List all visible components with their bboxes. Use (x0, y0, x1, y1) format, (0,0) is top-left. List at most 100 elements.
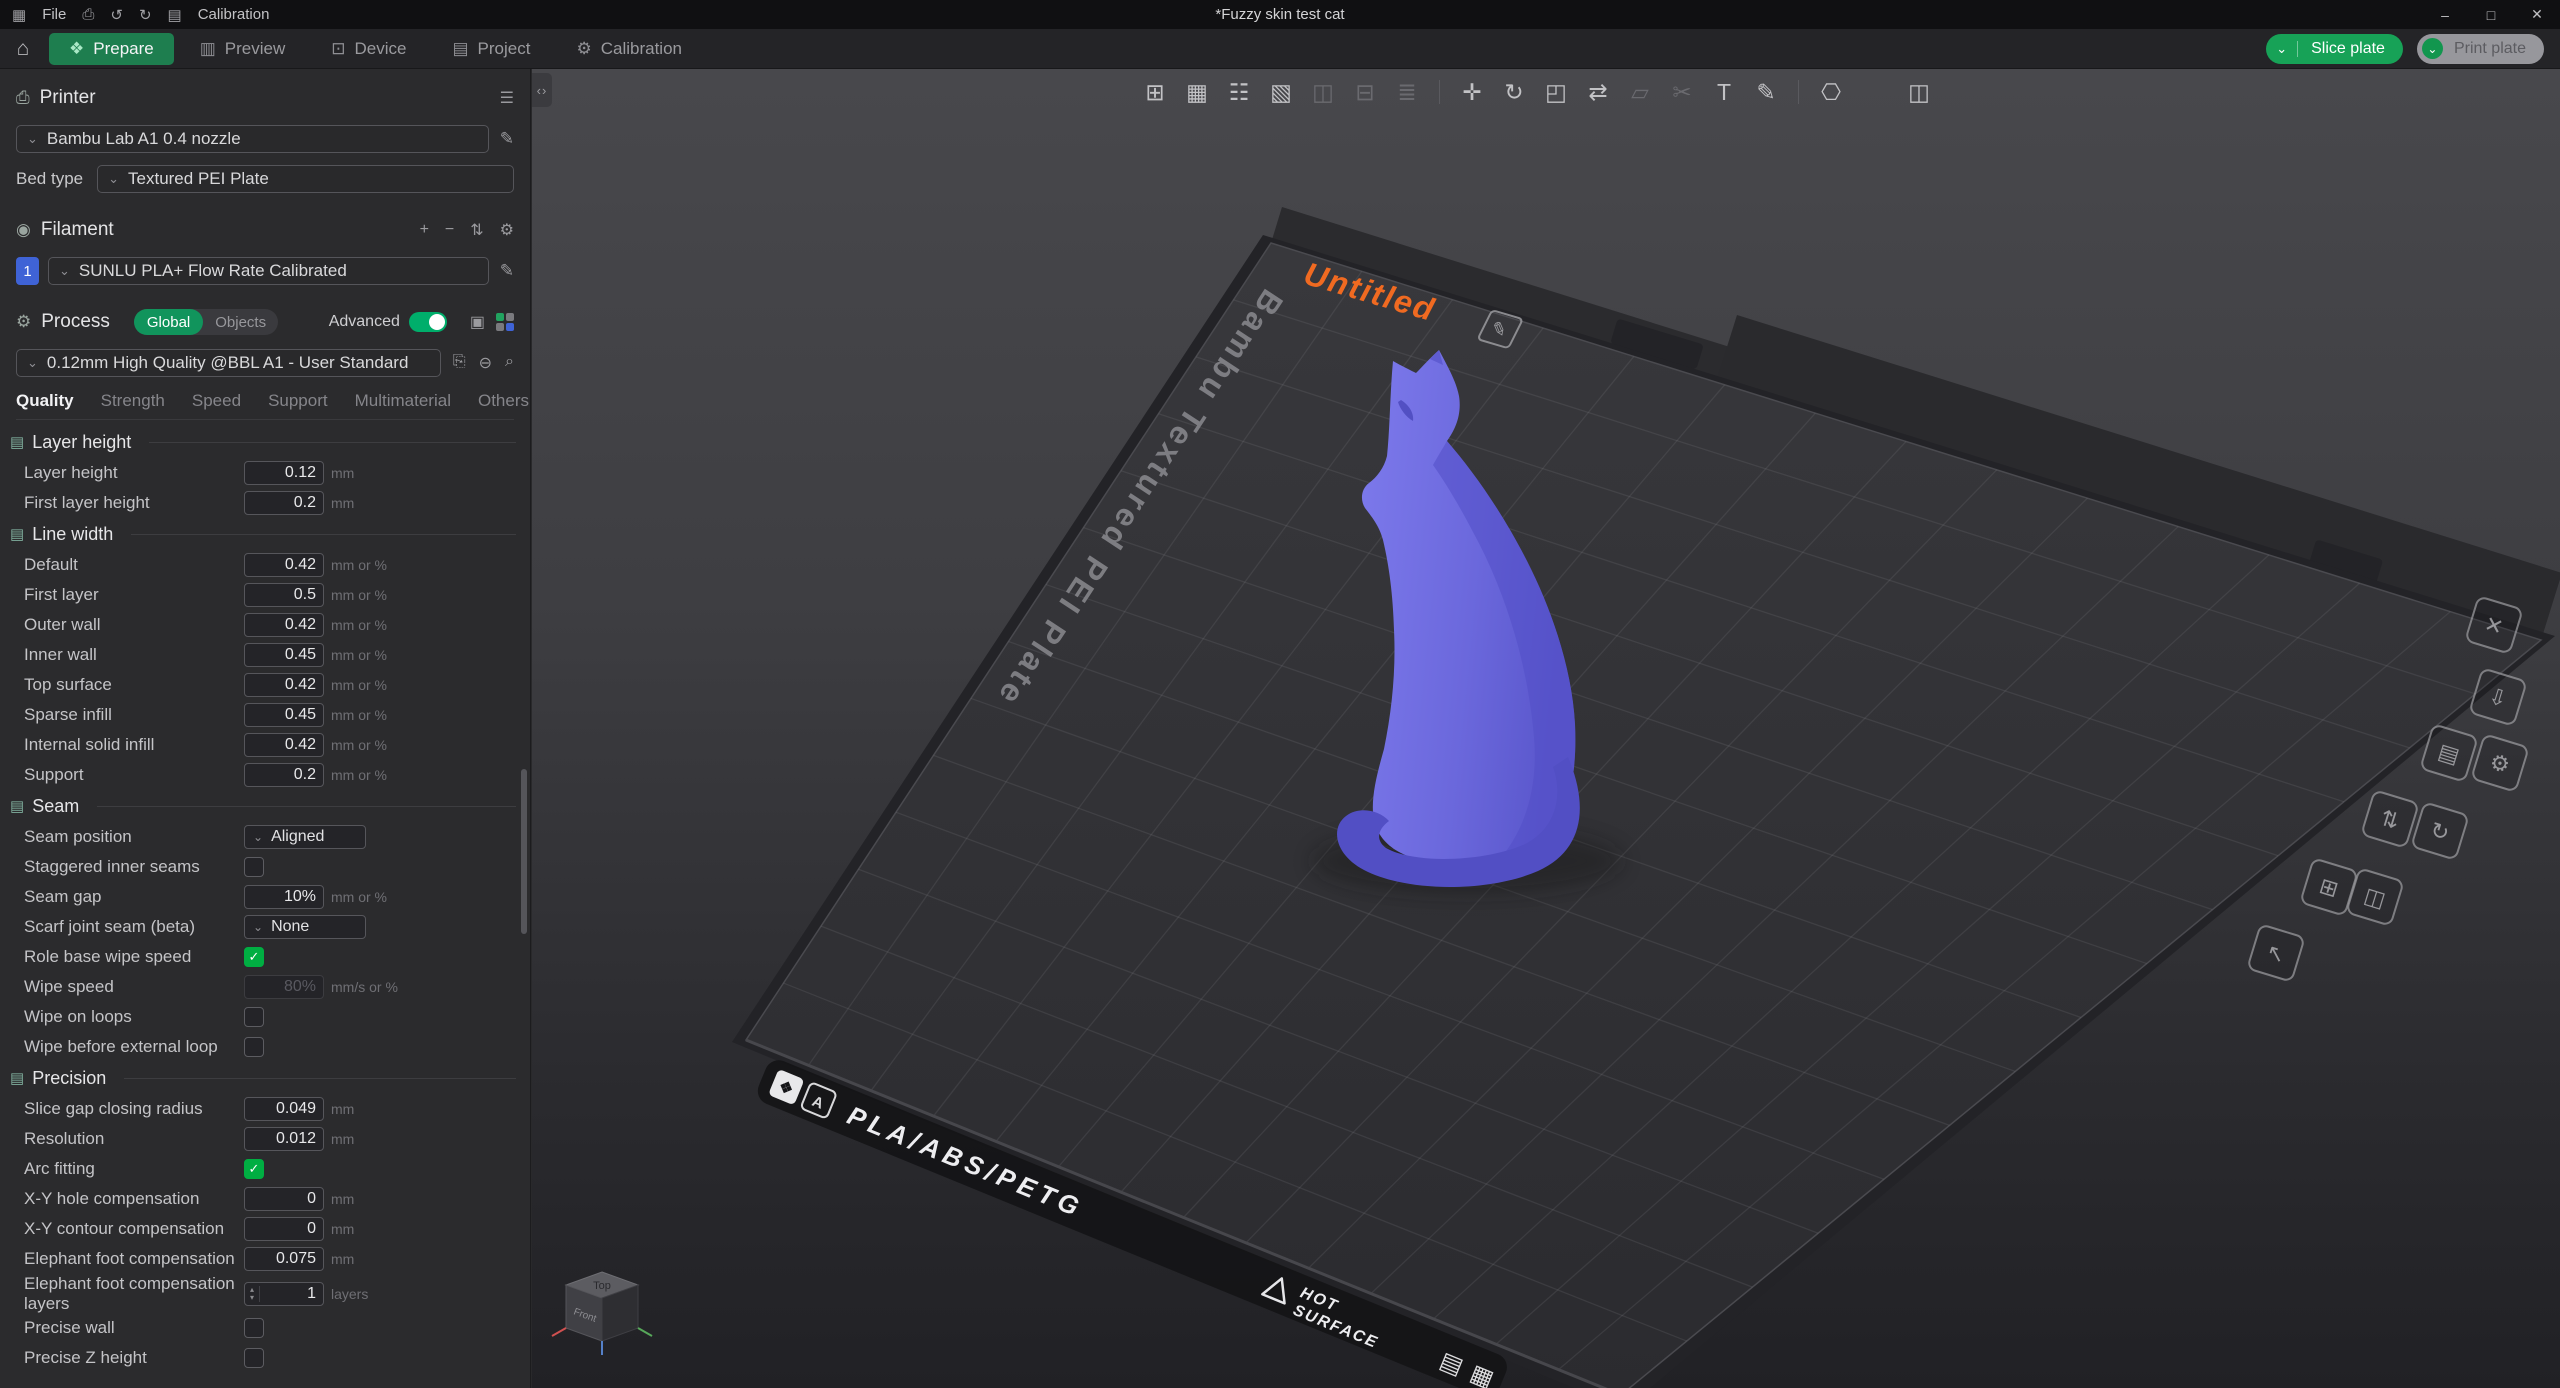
process-tab-multimaterial[interactable]: Multimaterial (355, 391, 451, 411)
delete-preset-icon[interactable]: ⊖ (479, 353, 492, 373)
text-icon[interactable]: T (1706, 74, 1742, 110)
build-plate[interactable] (746, 243, 2541, 1388)
plate-orient-button[interactable]: ↻ (2411, 802, 2468, 859)
param-input-sparse-infill[interactable] (244, 703, 324, 727)
param-input-x-y-contour-compensation[interactable] (244, 1217, 324, 1241)
maximize-button[interactable]: □ (2468, 0, 2514, 29)
param-input-seam-gap[interactable] (244, 885, 324, 909)
param-input-slice-gap-closing-radius[interactable] (244, 1097, 324, 1121)
paint-icon[interactable]: ✎ (1748, 74, 1784, 110)
process-tab-others[interactable]: Others (478, 391, 529, 411)
param-input-outer-wall[interactable] (244, 613, 324, 637)
param-select-scarf-joint-seam-beta[interactable]: ⌄None (244, 915, 366, 939)
param-input-default[interactable] (244, 553, 324, 577)
param-checkbox-arc-fitting[interactable]: ✓ (244, 1159, 264, 1179)
plate-settings-button[interactable]: ⚙ (2471, 734, 2528, 791)
param-checkbox-staggered-inner-seams[interactable] (244, 857, 264, 877)
filament-slot-badge[interactable]: 1 (16, 257, 39, 285)
plate-move-button[interactable]: ↖ (2247, 924, 2304, 981)
scene-canvas[interactable]: Bambu Textured PEI Plate Untitled ✎ ❖ A … (532, 69, 2560, 1388)
sync-filament-icon[interactable]: ⇅ (470, 220, 483, 240)
param-checkbox-precise-wall[interactable] (244, 1318, 264, 1338)
app-menu-icon[interactable]: ▦ (12, 6, 26, 24)
param-checkbox-wipe-on-loops[interactable] (244, 1007, 264, 1027)
param-unit: mm or % (331, 737, 387, 753)
print-plate-button[interactable]: ⌄ Print plate (2417, 34, 2544, 64)
slice-plate-button[interactable]: ⌄ Slice plate (2266, 34, 2403, 64)
process-tab-quality[interactable]: Quality (16, 391, 74, 411)
bed-type-select[interactable]: ⌄ Textured PEI Plate (97, 165, 514, 193)
process-tab-support[interactable]: Support (268, 391, 328, 411)
param-checkbox-wipe-before-external-loop[interactable] (244, 1037, 264, 1057)
tab-preview[interactable]: ▥Preview (180, 33, 306, 65)
param-select-seam-position[interactable]: ⌄Aligned (244, 825, 366, 849)
filament-select[interactable]: ⌄ SUNLU PLA+ Flow Rate Calibrated (48, 257, 489, 285)
tab-prepare[interactable]: ❖Prepare (49, 33, 174, 65)
file-menu[interactable]: File (42, 6, 66, 23)
auto-arrange-icon[interactable]: ☷ (1221, 74, 1257, 110)
params-table-icon[interactable] (496, 313, 514, 331)
sidebar-scrollbar[interactable] (521, 769, 527, 934)
param-checkbox-role-base-wipe-speed[interactable]: ✓ (244, 947, 264, 967)
printer-quick-icon[interactable]: ⎙ (82, 6, 94, 23)
param-input-layer-height[interactable] (244, 461, 324, 485)
stepper-arrows-icon[interactable]: ▴▾ (245, 1286, 260, 1302)
param-input-support[interactable] (244, 763, 324, 787)
save-preset-icon[interactable]: ⎘ (453, 353, 466, 373)
add-plate-icon[interactable]: ▦ (1179, 74, 1215, 110)
printer-edit-icon[interactable]: ✎ (500, 129, 514, 149)
titlebar-calibration-item[interactable]: Calibration (198, 6, 270, 23)
param-input-elephant-foot-compensation[interactable] (244, 1247, 324, 1271)
search-icon[interactable]: ⌕ (505, 353, 514, 373)
add-filament-icon[interactable]: + (420, 221, 429, 239)
printer-settings-icon[interactable]: ☰ (500, 88, 514, 108)
home-icon[interactable]: ⌂ (0, 29, 46, 69)
param-label: Support (24, 765, 244, 785)
param-stepper-elephant-foot-compensation-layers[interactable]: ▴▾1 (244, 1282, 324, 1306)
undo-icon[interactable]: ↺ (110, 6, 123, 24)
filament-edit-icon[interactable]: ✎ (500, 261, 514, 281)
redo-icon[interactable]: ↻ (139, 6, 152, 24)
param-input-internal-solid-infill[interactable] (244, 733, 324, 757)
sidebar-collapse-icon[interactable]: ‹› (532, 73, 552, 107)
tab-calibration[interactable]: ⚙Calibration (556, 33, 702, 65)
param-input-inner-wall[interactable] (244, 643, 324, 667)
calibration-board-icon[interactable]: ▤ (168, 6, 182, 24)
assembly-view-icon[interactable]: ⎔ (1813, 74, 1849, 110)
scale-icon[interactable]: ◰ (1538, 74, 1574, 110)
param-input-top-surface[interactable] (244, 673, 324, 697)
mirror-icon[interactable]: ⇄ (1580, 74, 1616, 110)
param-input-first-layer-height[interactable] (244, 491, 324, 515)
param-input-wipe-speed[interactable] (244, 975, 324, 999)
slice-dropdown-icon[interactable]: ⌄ (2266, 41, 2298, 57)
remove-filament-icon[interactable]: − (445, 221, 454, 239)
param-input-first-layer[interactable] (244, 583, 324, 607)
split-window-icon[interactable]: ◫ (1901, 74, 1937, 110)
process-scope-toggle[interactable]: Global Objects (134, 309, 278, 335)
minimize-button[interactable]: – (2422, 0, 2468, 29)
close-button[interactable]: ✕ (2514, 0, 2560, 29)
process-preset-select[interactable]: ⌄ 0.12mm High Quality @BBL A1 - User Sta… (16, 349, 441, 377)
scope-global[interactable]: Global (134, 309, 203, 335)
process-tab-speed[interactable]: Speed (192, 391, 241, 411)
param-input-x-y-hole-compensation[interactable] (244, 1187, 324, 1211)
advanced-toggle[interactable] (409, 312, 447, 332)
param-input-resolution[interactable] (244, 1127, 324, 1151)
filament-settings-icon[interactable]: ⚙ (500, 220, 514, 240)
viewport-3d[interactable]: ‹› ⊞▦☷▧◫⊟≣✛↻◰⇄▱✂T✎⎔◫ Bambu Textured PEI … (532, 69, 2560, 1388)
add-object-icon[interactable]: ⊞ (1137, 74, 1173, 110)
objects-panel-icon[interactable]: ▣ (470, 312, 485, 332)
printer-select[interactable]: ⌄ Bambu Lab A1 0.4 nozzle (16, 125, 489, 153)
tab-project[interactable]: ▤Project (432, 33, 550, 65)
tab-device[interactable]: ⊡Device (311, 33, 426, 65)
rotate-icon[interactable]: ↻ (1496, 74, 1532, 110)
print-dropdown-icon[interactable]: ⌄ (2422, 38, 2443, 59)
process-tab-strength[interactable]: Strength (101, 391, 165, 411)
plate-arrange-button[interactable]: ⇅ (2361, 790, 2418, 847)
param-control: ⌄Aligned (244, 825, 366, 849)
param-checkbox-precise-z-height[interactable] (244, 1348, 264, 1368)
move-icon[interactable]: ✛ (1454, 74, 1490, 110)
scope-objects[interactable]: Objects (203, 314, 278, 331)
add-image-icon[interactable]: ▧ (1263, 74, 1299, 110)
orientation-gizmo[interactable]: Top Front (552, 1272, 652, 1355)
